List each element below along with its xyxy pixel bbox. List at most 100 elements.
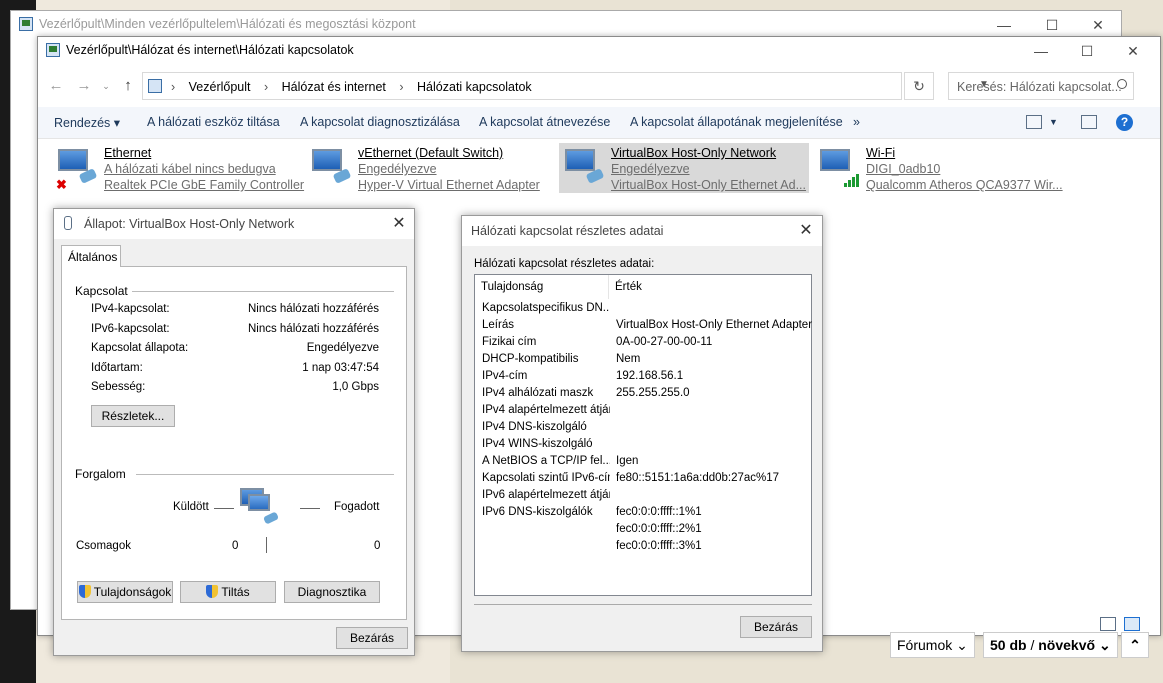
maximize-button[interactable]: ☐ [1064,37,1110,65]
adapter-device: Qualcomm Atheros QCA9377 Wir... [866,178,1063,192]
disable-device-button[interactable]: A hálózati eszköz tiltása [147,115,280,129]
adapter-name: vEthernet (Default Switch) [358,146,504,160]
search-placeholder: Keresés: Hálózati kapcsolat... [957,80,1122,94]
breadcrumb-item[interactable]: Hálózati kapcsolatok [417,80,532,94]
dialog-title: Állapot: VirtualBox Host-Only Network [84,217,295,231]
refresh-button[interactable]: ↻ [904,72,934,100]
control-panel-icon [19,17,33,31]
adapter-vethernet[interactable]: vEthernet (Default Switch) Engedélyezve … [306,143,556,193]
sent-label: Küldött [173,501,209,513]
large-icons-view-icon[interactable] [1124,617,1140,631]
details-button[interactable]: Részletek... [91,405,175,427]
control-panel-icon [148,79,162,93]
adapter-name: VirtualBox Host-Only Network [611,146,777,160]
adapter-status: Engedélyezve [611,162,690,176]
shield-icon [78,585,91,598]
received-label: Fogadott [334,501,380,513]
ipv6-value: Nincs hálózati hozzáférés [247,323,379,335]
adapter-device: Hyper-V Virtual Ethernet Adapter [358,178,540,192]
up-arrow-icon[interactable]: ↑ [118,76,138,96]
breadcrumb-item[interactable]: Hálózat és internet [282,80,386,94]
wifi-adapter-icon [818,147,860,187]
ipv6-label: IPv6-kapcsolat: [91,323,170,335]
close-button[interactable]: ✕ [1075,11,1121,39]
view-options-icon[interactable] [1026,115,1042,129]
adapter-device: Realtek PCIe GbE Family Controller [104,178,305,192]
packets-sent-value: 0 [232,540,239,552]
scroll-top-button[interactable]: ⌃ [1121,632,1149,658]
duration-value: 1 nap 03:47:54 [302,362,379,374]
adapter-name: Wi-Fi [866,146,896,160]
chevron-down-icon: ⌄ [956,637,968,653]
forums-dropdown[interactable]: Fórumok ⌄ [890,632,975,658]
ipv4-label: IPv4-kapcsolat: [91,303,170,315]
adapter-name: Ethernet [104,146,152,160]
details-dialog: Hálózati kapcsolat részletes adatai ✕ Há… [461,215,823,652]
adapter-status: Engedélyezve [358,162,437,176]
state-label: Kapcsolat állapota: [91,342,189,354]
column-header-property[interactable]: Tulajdonság [475,275,609,299]
help-icon[interactable]: ? [1116,114,1133,131]
control-panel-icon [46,43,60,57]
back-arrow-icon[interactable]: ← [46,76,66,96]
adapter-ethernet[interactable]: ✖ Ethernet A hálózati kábel nincs bedugv… [52,143,305,193]
adapter-virtualbox[interactable]: VirtualBox Host-Only Network Engedélyezv… [559,143,809,193]
adapter-device: VirtualBox Host-Only Ethernet Ad... [611,178,807,192]
close-button[interactable]: ✕ [1110,37,1156,65]
diagnose-button[interactable]: Diagnosztika [284,581,380,603]
state-value: Engedélyezve [306,342,379,354]
search-input[interactable]: Keresés: Hálózati kapcsolat... [948,72,1134,100]
close-button[interactable]: Bezárás [740,616,812,638]
diagnose-connection-button[interactable]: A kapcsolat diagnosztizálása [300,115,460,129]
back-window-title: Vezérlőpult\Minden vezérlőpultelem\Hálóz… [39,17,416,31]
minimize-button[interactable]: — [1018,37,1064,65]
close-button[interactable]: Bezárás [336,627,408,649]
adapter-status: A hálózati kábel nincs bedugva [104,162,276,176]
column-header-value[interactable]: Érték [609,275,809,299]
disable-button[interactable]: Tiltás [180,581,276,603]
adapter-status: DIGI_0adb10 [866,162,941,176]
maximize-button[interactable]: ☐ [1029,11,1075,39]
dialog-title: Hálózati kapcsolat részletes adatai [471,224,664,238]
tab-general[interactable]: Általános [61,245,121,267]
view-status-button[interactable]: A kapcsolat állapotának megjelenítése [630,115,843,129]
adapter-wifi[interactable]: Wi-Fi DIGI_0adb10 Qualcomm Atheros QCA93… [814,143,1064,193]
network-adapter-icon: ✖ [56,147,98,192]
details-heading: Hálózati kapcsolat részletes adatai: [474,258,655,270]
search-icon [1117,79,1127,89]
breadcrumb-item[interactable]: Vezérlőpult [189,80,251,94]
minimize-button[interactable]: — [981,11,1027,39]
close-icon[interactable]: ✕ [795,220,817,242]
recent-dropdown-icon[interactable]: ⌄ [96,76,116,96]
details-list[interactable]: Tulajdonság Érték Kapcsolatspecifikus DN… [474,274,812,596]
address-bar: ← → ⌄ ↑ › Vezérlőpult › Hálózat és inter… [38,67,1160,105]
duration-label: Időtartam: [91,362,143,374]
general-tab-panel: Kapcsolat IPv4-kapcsolat: Nincs hálózati… [61,266,407,620]
packets-received-value: 0 [374,540,381,552]
chevron-down-icon[interactable]: ▼ [1049,117,1058,127]
forward-arrow-icon[interactable]: → [74,76,94,96]
network-adapter-icon [310,147,352,187]
network-adapter-icon [563,147,605,187]
sort-dropdown[interactable]: 50 db / növekvő ⌄ [983,632,1118,658]
window-title: Vezérlőpult\Hálózat és internet\Hálózati… [66,43,354,57]
shield-icon [206,585,219,598]
close-icon[interactable]: ✕ [388,213,410,235]
properties-button[interactable]: Tulajdonságok [77,581,173,603]
ipv4-value: Nincs hálózati hozzáférés [247,303,379,315]
speed-value: 1,0 Gbps [332,381,379,393]
traffic-group-label: Forgalom [75,467,126,481]
connection-group-label: Kapcsolat [75,284,128,298]
dialog-titlebar: Állapot: VirtualBox Host-Only Network ✕ [54,209,414,239]
more-commands-button[interactable]: » [853,115,860,129]
rename-connection-button[interactable]: A kapcsolat átnevezése [479,115,610,129]
preview-pane-icon[interactable] [1081,115,1097,129]
status-dialog: Állapot: VirtualBox Host-Only Network ✕ … [53,208,415,656]
details-view-icon[interactable] [1100,617,1116,631]
breadcrumb[interactable]: › Vezérlőpult › Hálózat és internet › Há… [142,72,989,100]
dialog-titlebar: Hálózati kapcsolat részletes adatai ✕ [462,216,822,246]
organize-menu[interactable]: Rendezés ▾ [54,115,120,130]
network-icon [64,216,72,230]
packets-label: Csomagok [76,540,131,552]
network-activity-icon [220,482,290,532]
